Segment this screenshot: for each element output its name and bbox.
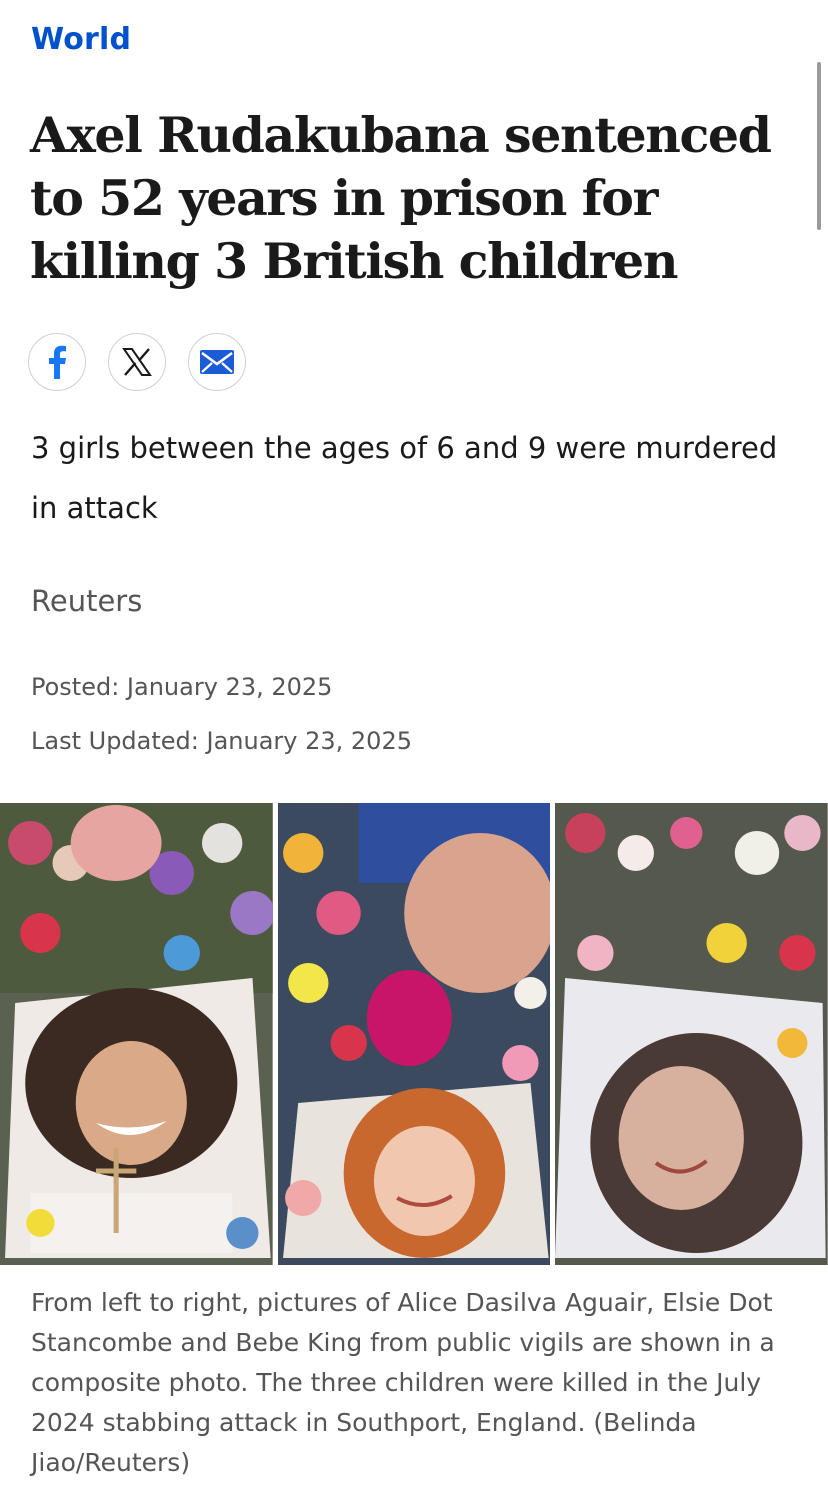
scrollbar[interactable]: [817, 62, 821, 230]
article-headline: Axel Rudakubana sentenced to 52 years in…: [30, 106, 772, 290]
photo-panel-left: [0, 803, 273, 1265]
share-email-button[interactable]: [188, 333, 246, 391]
envelope-icon: [200, 350, 234, 374]
facebook-icon: [47, 345, 67, 379]
photo-panel-right: [555, 803, 828, 1265]
byline: Reuters: [31, 584, 143, 618]
section-link-world[interactable]: World: [31, 22, 131, 57]
article-deck: 3 girls between the ages of 6 and 9 were…: [31, 431, 778, 525]
share-facebook-button[interactable]: [28, 333, 86, 391]
article-photo[interactable]: [0, 803, 828, 1265]
last-updated-date: Last Updated: January 23, 2025: [31, 727, 412, 755]
photo-panel-middle: [277, 803, 551, 1265]
x-logo-icon: [122, 347, 152, 377]
photo-caption: From left to right, pictures of Alice Da…: [31, 1288, 775, 1477]
posted-date: Posted: January 23, 2025: [31, 673, 333, 701]
share-x-button[interactable]: [108, 333, 166, 391]
share-buttons: [28, 333, 246, 391]
